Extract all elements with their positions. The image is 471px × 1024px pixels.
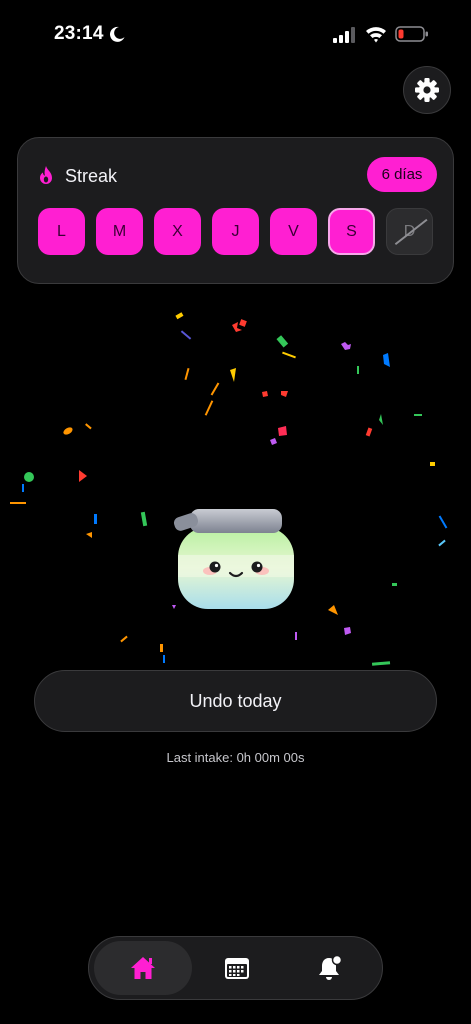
gear-icon	[415, 78, 439, 102]
cellular-signal-icon	[333, 27, 355, 43]
settings-button[interactable]	[403, 66, 451, 114]
tab-calendar[interactable]	[188, 941, 286, 995]
moon-icon	[109, 26, 125, 42]
streak-card: Streak 6 días L M X J V S D	[17, 137, 454, 284]
tab-home[interactable]	[94, 941, 192, 995]
day-chip-sunday[interactable]: D	[386, 208, 433, 255]
bell-icon	[319, 954, 343, 980]
day-chip-saturday[interactable]: S	[328, 208, 375, 255]
day-chip-thursday[interactable]: J	[212, 208, 259, 255]
bottom-tab-bar	[88, 936, 383, 1000]
battery-low-icon	[395, 26, 428, 42]
flame-icon	[40, 166, 52, 184]
status-time: 23:14	[54, 23, 104, 44]
tab-notifications[interactable]	[281, 941, 379, 995]
streak-days-badge: 6 días	[367, 157, 437, 192]
status-bar: 23:14	[0, 0, 471, 68]
calendar-icon	[225, 958, 249, 979]
last-intake-text: Last intake: 0h 00m 00s	[166, 750, 305, 765]
day-chip-friday[interactable]: V	[270, 208, 317, 255]
day-chip-tuesday[interactable]: M	[96, 208, 143, 255]
confetti-decoration	[10, 312, 448, 684]
jar-icon	[173, 509, 294, 609]
wifi-icon	[366, 27, 386, 43]
day-chip-monday[interactable]: L	[38, 208, 85, 255]
undo-today-button[interactable]: Undo today	[34, 670, 437, 732]
day-chip-wednesday[interactable]: X	[154, 208, 201, 255]
streak-label: Streak	[65, 166, 118, 186]
home-icon	[131, 957, 155, 979]
